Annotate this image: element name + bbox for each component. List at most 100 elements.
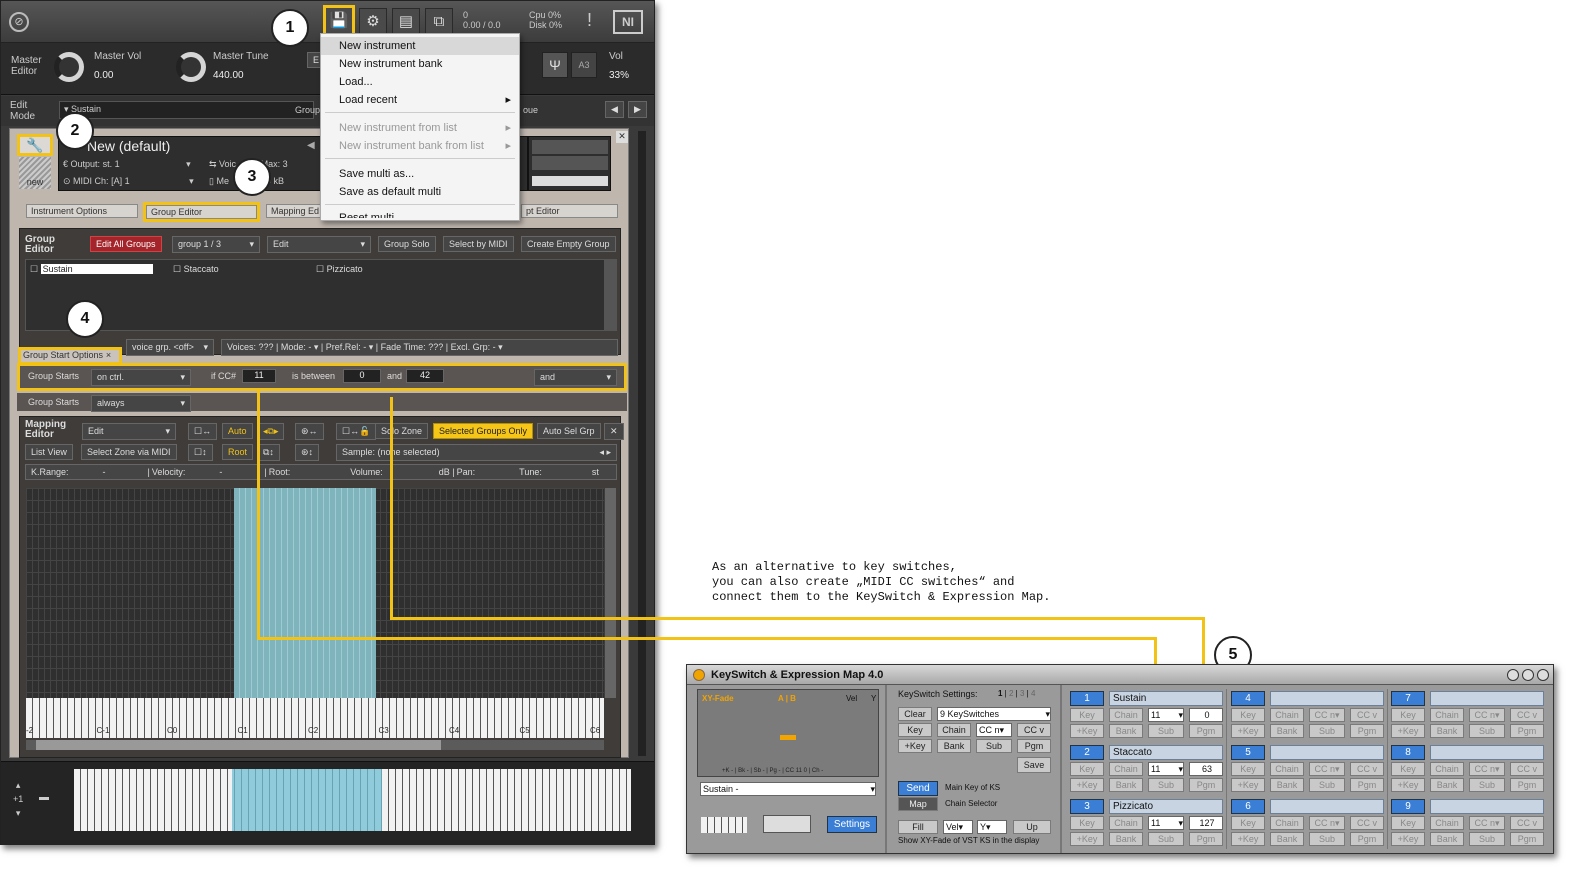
cc-number-field[interactable]: 11: [242, 369, 276, 383]
slot-bank-button[interactable]: Bank: [1109, 778, 1143, 792]
slot-name[interactable]: [1270, 691, 1384, 706]
slot-plus-key-button[interactable]: +Key: [1231, 778, 1265, 792]
group-list-scrollbar[interactable]: [605, 259, 617, 331]
mapping-edit-dropdown[interactable]: Edit ▾: [82, 423, 176, 440]
menu-save-multi-as[interactable]: Save multi as...: [321, 165, 519, 183]
slot-name[interactable]: Sustain: [1109, 691, 1223, 706]
alert-icon[interactable]: !: [587, 10, 592, 31]
slot-chain-button[interactable]: Chain: [1270, 762, 1304, 776]
slot-pgm-button[interactable]: Pgm: [1350, 724, 1384, 738]
send-button[interactable]: Send: [898, 781, 938, 796]
auto-map-icon[interactable]: ◂⧉▸: [257, 423, 285, 440]
root-button[interactable]: Root: [222, 444, 254, 460]
slot-key-button[interactable]: Key: [1391, 708, 1425, 722]
group-starts-dropdown[interactable]: on ctrl. ▾: [91, 369, 191, 386]
vel-icon[interactable]: ☐↕: [188, 444, 213, 461]
settings-button[interactable]: Settings: [827, 816, 877, 833]
edit-all-groups-button[interactable]: Edit All Groups: [90, 236, 162, 252]
save-button[interactable]: Save: [1017, 757, 1051, 773]
menu-new-instrument-bank-from-list[interactable]: New instrument bank from list ▸: [321, 137, 519, 155]
slot-plus-key-button[interactable]: +Key: [1391, 778, 1425, 792]
menu-new-instrument-bank[interactable]: New instrument bank: [321, 55, 519, 73]
slot-key-button[interactable]: Key: [1231, 762, 1265, 776]
slot-name[interactable]: [1430, 799, 1544, 814]
slot-plus-key-button[interactable]: +Key: [1391, 832, 1425, 846]
close-icon[interactable]: ✕: [604, 423, 624, 440]
lock-icon[interactable]: ☐↔🔓: [336, 423, 377, 440]
auto-button[interactable]: Auto: [222, 423, 253, 439]
vel-spread-2-icon[interactable]: ⊛↕: [295, 444, 320, 461]
slot-plus-key-button[interactable]: +Key: [1070, 778, 1104, 792]
slot-name[interactable]: [1430, 745, 1544, 760]
slot-sub-button[interactable]: Sub: [1309, 832, 1345, 846]
group-starts-dropdown-2[interactable]: always ▾: [91, 395, 191, 412]
auto-spread-icon[interactable]: ☐↔: [188, 423, 218, 440]
fill-vel-dropdown[interactable]: Vel▾: [943, 820, 973, 834]
slot-chain-button[interactable]: Chain: [1109, 708, 1143, 722]
slot-sub-button[interactable]: Sub: [1148, 724, 1184, 738]
menu-new-instrument[interactable]: New instrument: [321, 37, 519, 55]
map-button[interactable]: Map: [898, 797, 938, 811]
midi-row[interactable]: ⊙ MIDI Ch: [A] 1 ▾: [63, 176, 194, 187]
pitch-wheel[interactable]: [39, 797, 49, 800]
create-empty-group-button[interactable]: Create Empty Group: [521, 236, 616, 252]
slot-name[interactable]: [1430, 691, 1544, 706]
slot-plus-key-button[interactable]: +Key: [1070, 724, 1104, 738]
auto-sel-grp-button[interactable]: Auto Sel Grp: [537, 423, 601, 439]
fill-y-dropdown[interactable]: Y▾: [977, 820, 1007, 834]
zone-selection[interactable]: [234, 488, 376, 698]
xy-fade-pad[interactable]: XY-Fade A | B Vel Y +K - | Bk - | Sb - |…: [697, 689, 879, 777]
restore-icon[interactable]: [1522, 669, 1534, 681]
window-icon[interactable]: ⧉: [425, 8, 453, 36]
gear-icon[interactable]: ⚙: [359, 8, 387, 36]
mini-keyboard-icon[interactable]: [701, 817, 747, 833]
clear-button[interactable]: Clear: [898, 707, 932, 721]
slot-name[interactable]: Pizzicato: [1109, 799, 1223, 814]
slot-chain-button[interactable]: Chain: [1430, 762, 1464, 776]
scrollbar[interactable]: [638, 131, 646, 756]
slot-sub-button[interactable]: Sub: [1469, 778, 1505, 792]
slot-chain-button[interactable]: Chain: [1109, 816, 1143, 830]
menu-new-instrument-from-list[interactable]: New instrument from list ▸: [321, 119, 519, 137]
slot-cc-dropdown[interactable]: CC n▾: [1309, 708, 1345, 722]
bank-button[interactable]: Bank: [937, 739, 971, 753]
slot-chain-button[interactable]: Chain: [1430, 816, 1464, 830]
up-button[interactable]: Up: [1013, 820, 1051, 834]
slot-number[interactable]: 6: [1231, 799, 1265, 814]
slot-key-button[interactable]: Key: [1391, 816, 1425, 830]
slot-sub-button[interactable]: Sub: [1469, 832, 1505, 846]
menu-load-recent[interactable]: Load recent ▸: [321, 91, 519, 109]
tab-script-editor[interactable]: pt Editor: [521, 204, 618, 218]
slot-chain-button[interactable]: Chain: [1270, 816, 1304, 830]
slot-sub-button[interactable]: Sub: [1469, 724, 1505, 738]
slot-cc-dropdown[interactable]: 11 ▾: [1148, 708, 1184, 722]
slot-number[interactable]: 3: [1070, 799, 1104, 814]
volume-slider[interactable]: [532, 176, 608, 186]
slot-plus-key-button[interactable]: +Key: [1231, 724, 1265, 738]
tuner-fork-icon[interactable]: Ψ: [542, 52, 568, 78]
group-edit-dropdown[interactable]: Edit ▾: [267, 236, 371, 253]
master-tune-knob[interactable]: [176, 52, 206, 82]
slot-bank-button[interactable]: Bank: [1430, 778, 1464, 792]
minimize-icon[interactable]: [1507, 669, 1519, 681]
group-item-pizzicato[interactable]: ☐ Pizzicato: [316, 264, 363, 275]
slot-cc-dropdown[interactable]: CC n▾: [1309, 816, 1345, 830]
slot-pgm-button[interactable]: Pgm: [1189, 724, 1223, 738]
close-icon[interactable]: ×: [106, 350, 111, 360]
key-button[interactable]: Key: [898, 723, 932, 737]
slot-number[interactable]: 4: [1231, 691, 1265, 706]
menu-reset-multi[interactable]: Reset multi: [321, 209, 519, 218]
slot-sub-button[interactable]: Sub: [1309, 724, 1345, 738]
slot-pgm-button[interactable]: Pgm: [1510, 778, 1544, 792]
plus-key-button[interactable]: +Key: [898, 739, 932, 753]
instrument-name[interactable]: New (default): [87, 138, 170, 154]
group-item-staccato[interactable]: ☐ Staccato: [173, 264, 219, 275]
tab-instrument-options[interactable]: Instrument Options: [26, 204, 138, 218]
slot-plus-key-button[interactable]: +Key: [1070, 832, 1104, 846]
prev-arrow-icon[interactable]: ◀: [605, 101, 624, 118]
slot-bank-button[interactable]: Bank: [1430, 832, 1464, 846]
slot-cc-dropdown[interactable]: CC n▾: [1469, 708, 1505, 722]
slot-chain-button[interactable]: Chain: [1430, 708, 1464, 722]
slot-sub-button[interactable]: Sub: [1148, 778, 1184, 792]
group-item-sustain[interactable]: ☐ Sustain: [30, 264, 153, 275]
